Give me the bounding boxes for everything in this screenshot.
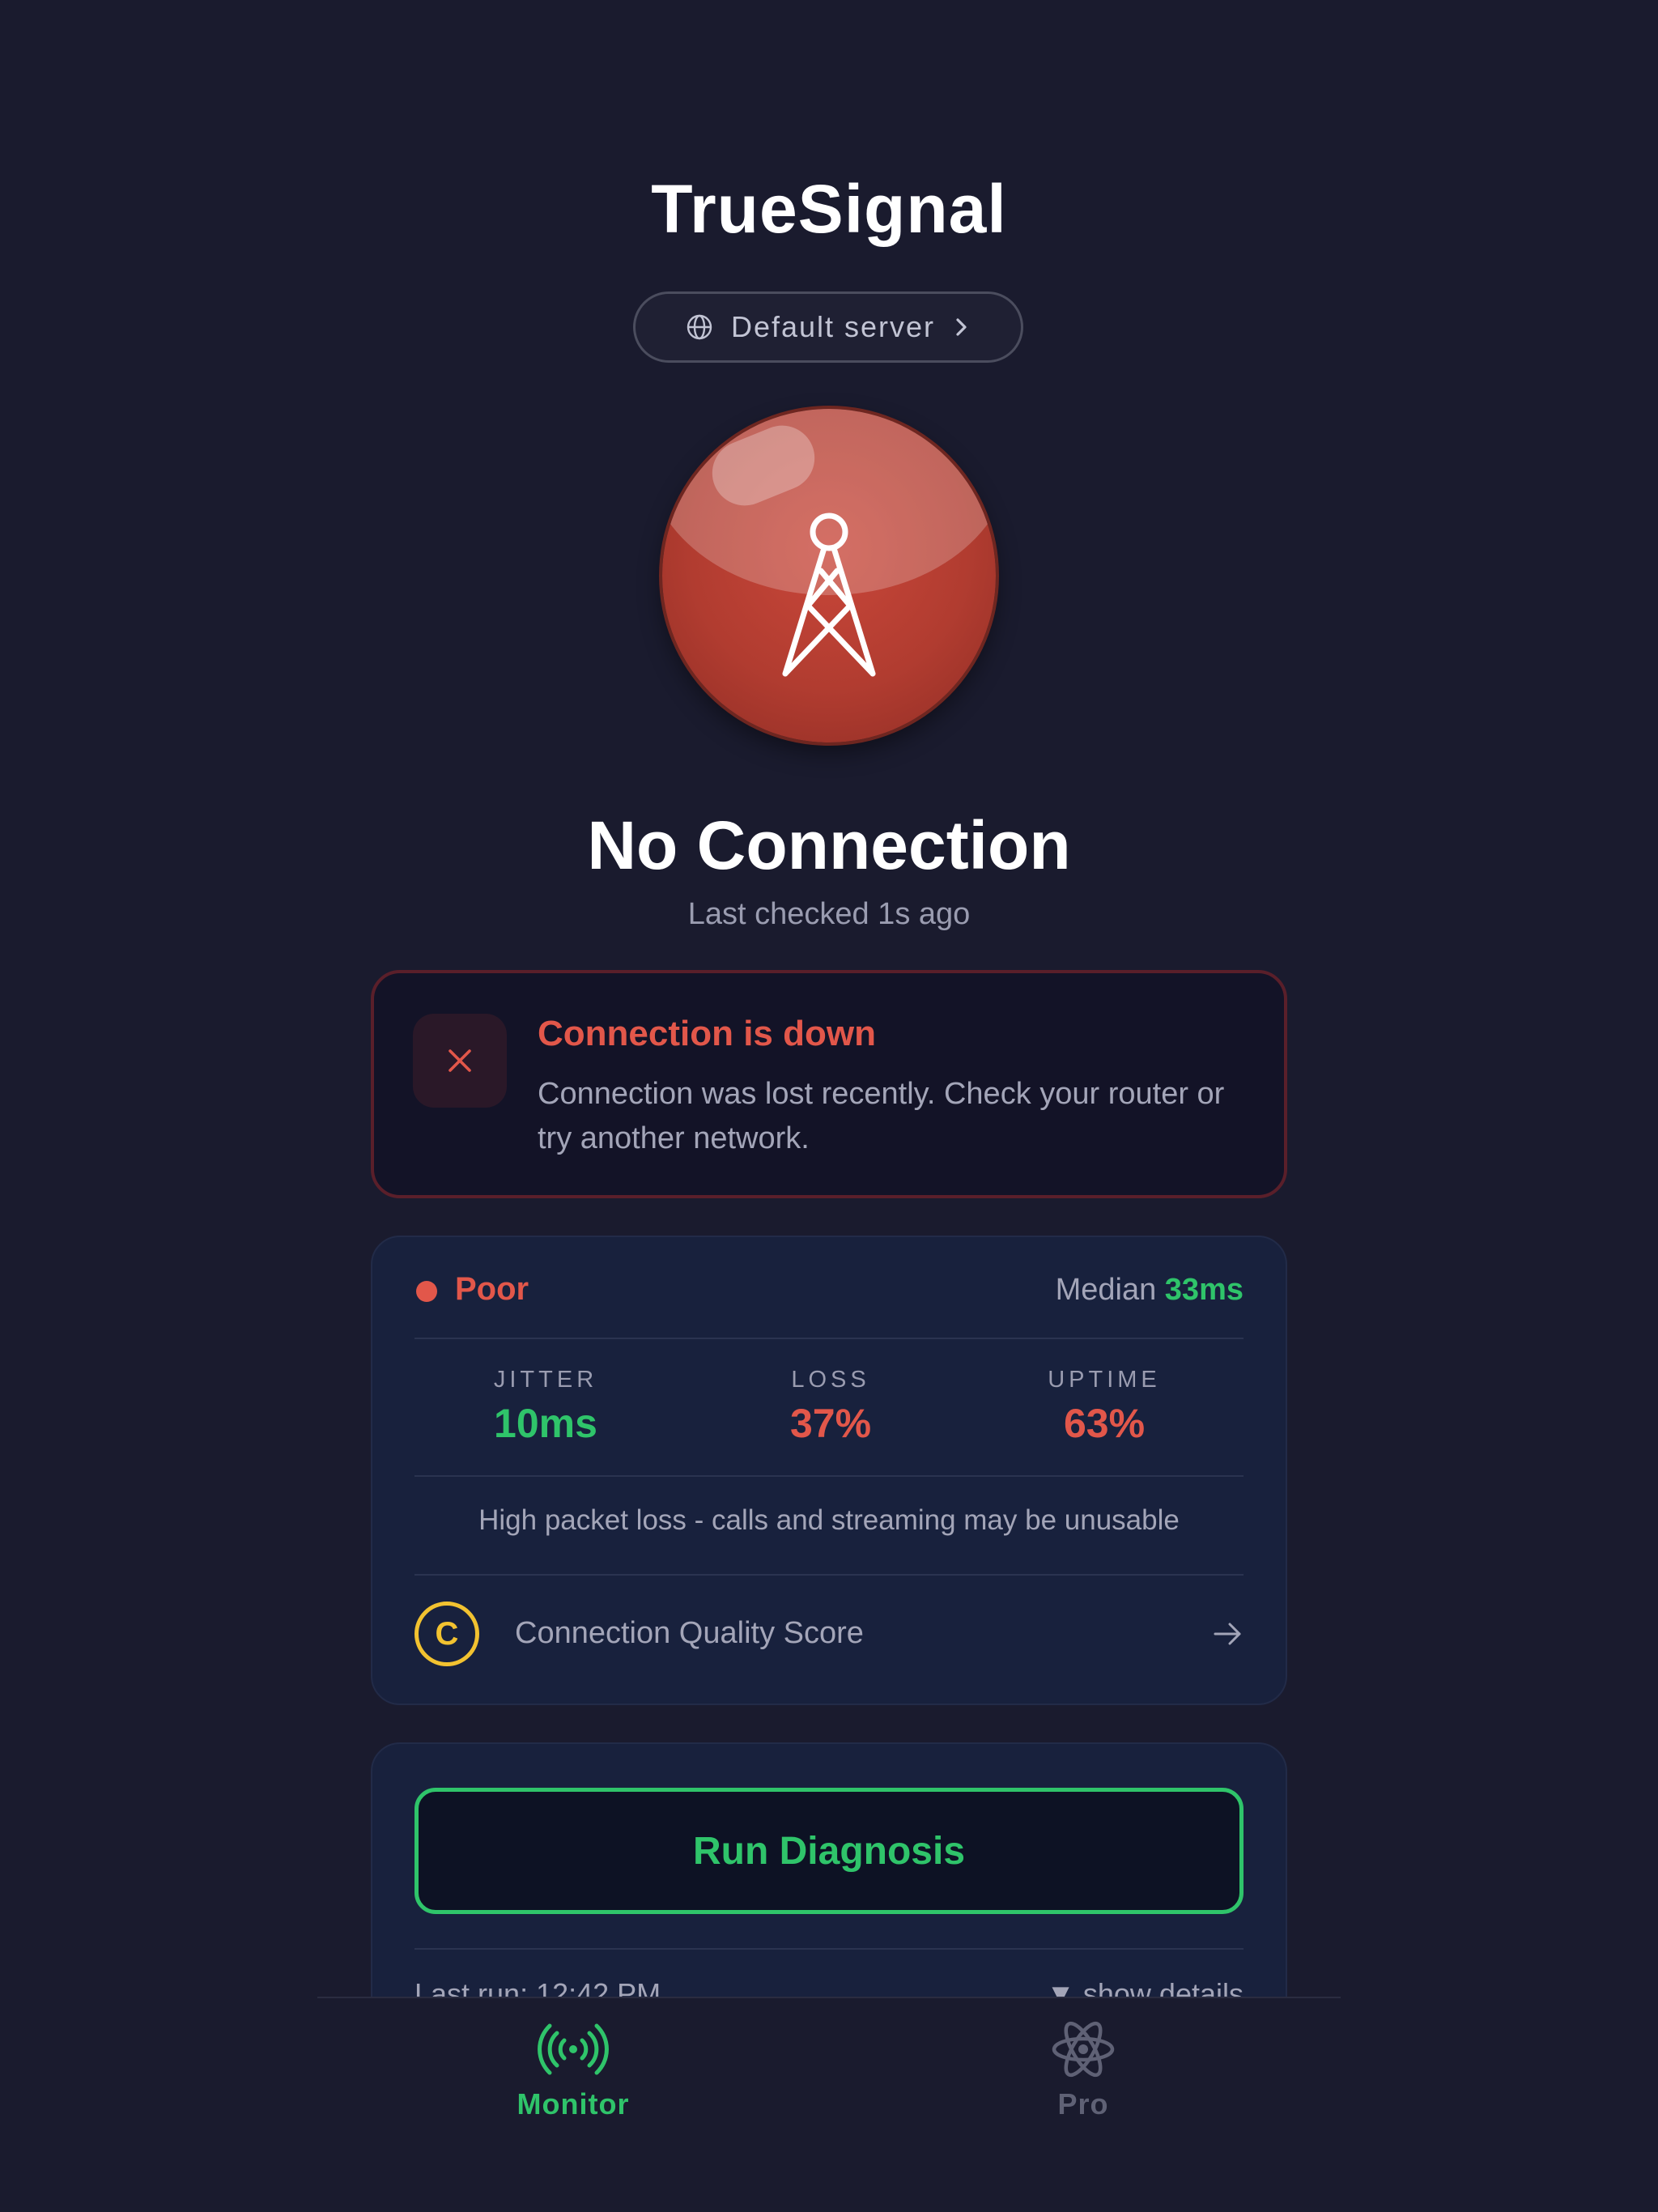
cell-tower-icon: [782, 513, 876, 677]
median-value: 33ms: [1164, 1273, 1244, 1307]
tab-pro-label: Pro: [1057, 2087, 1109, 2121]
metric-label: JITTER: [493, 1367, 598, 1393]
divider: [414, 1948, 1244, 1950]
metric-jitter: JITTER 10ms: [424, 1367, 667, 1447]
metric-value: 10ms: [494, 1401, 597, 1446]
connection-status-orb: [662, 409, 996, 742]
divider: [414, 1475, 1244, 1477]
divider: [414, 1574, 1244, 1576]
arrow-right-icon: [1211, 1618, 1244, 1654]
quality-label: Poor: [455, 1271, 529, 1307]
metric-label: UPTIME: [1048, 1367, 1161, 1393]
connection-alert-card: Connection is down Connection was lost r…: [371, 970, 1287, 1198]
tab-monitor-label: Monitor: [517, 2087, 630, 2121]
median-label: Median: [1055, 1273, 1157, 1307]
tab-pro[interactable]: Pro: [962, 2021, 1205, 2121]
broadcast-icon: [452, 2021, 695, 2078]
alert-message: Connection was lost recently. Check your…: [538, 1077, 1225, 1155]
run-diagnosis-button[interactable]: Run Diagnosis: [414, 1788, 1244, 1914]
connection-quality-card: Poor Median 33ms JITTER 10ms LOSS 37% UP…: [371, 1236, 1287, 1705]
quality-note: High packet loss - calls and streaming m…: [478, 1504, 1180, 1536]
server-label: Default server: [730, 310, 936, 343]
bottom-tab-bar: Monitor Pro: [0, 1997, 1658, 2212]
last-checked-text: Last checked 1s ago: [687, 897, 971, 931]
tab-monitor[interactable]: Monitor: [452, 2021, 695, 2121]
tab-bar-divider: [317, 1997, 1341, 1998]
metric-value: 37%: [789, 1401, 872, 1446]
close-icon: [413, 1014, 507, 1108]
globe-icon: [686, 313, 713, 341]
alert-title: Connection is down: [538, 1014, 876, 1053]
connection-status-title: No Connection: [587, 807, 1071, 883]
metric-loss: LOSS 37%: [709, 1367, 952, 1447]
divider: [414, 1338, 1244, 1339]
score-label: Connection Quality Score: [515, 1616, 864, 1650]
quality-score-link[interactable]: C Connection Quality Score: [414, 1602, 1244, 1676]
metric-label: LOSS: [791, 1367, 870, 1393]
atom-icon: [962, 2021, 1205, 2078]
metric-uptime: UPTIME 63%: [983, 1367, 1226, 1447]
metric-value: 63%: [1063, 1401, 1146, 1446]
app-title: TrueSignal: [651, 171, 1007, 247]
median-latency: Median 33ms: [1056, 1273, 1244, 1308]
server-selector-button[interactable]: Default server: [633, 291, 1023, 363]
score-grade-badge: C: [414, 1602, 479, 1666]
chevron-right-icon: [953, 313, 971, 341]
quality-status-dot: [416, 1281, 437, 1302]
